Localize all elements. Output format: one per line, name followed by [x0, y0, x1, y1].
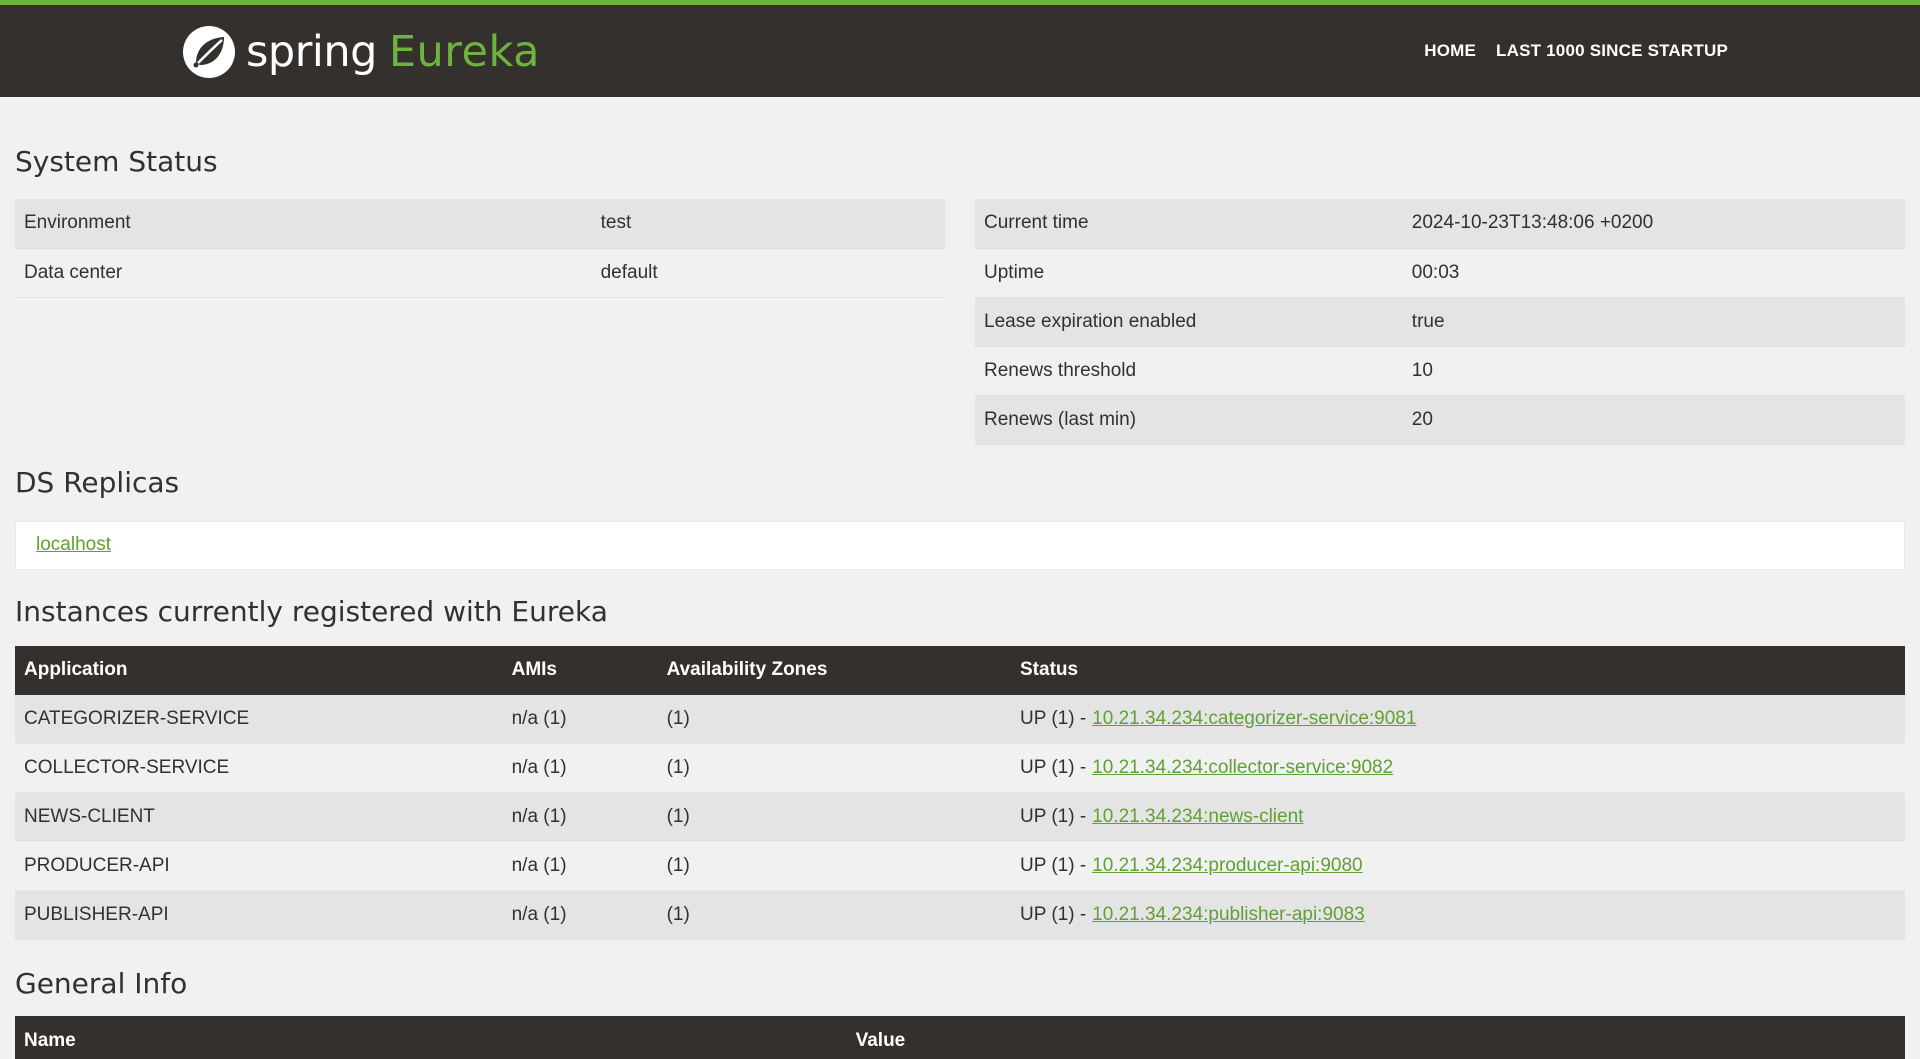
key-environment: Environment: [24, 212, 131, 234]
table-row: Lease expiration enabled true: [975, 297, 1905, 346]
col-name: Name: [15, 1016, 847, 1059]
system-status-section: Environment test Data center default Cur…: [15, 199, 1905, 445]
app-amis: n/a (1): [511, 855, 567, 876]
replica-link-localhost[interactable]: localhost: [36, 534, 111, 556]
table-row: NEWS-CLIENT n/a (1) (1) UP (1) -10.21.34…: [15, 792, 1905, 842]
table-row: CATEGORIZER-SERVICE n/a (1) (1) UP (1) -…: [15, 694, 1905, 744]
table-row: Uptime 00:03: [975, 248, 1905, 297]
app-zones: (1): [666, 904, 690, 925]
value-data-center: default: [600, 261, 658, 283]
app-name: COLLECTOR-SERVICE: [24, 757, 230, 778]
table-row: Environment test: [15, 199, 945, 248]
main-nav: HOME LAST 1000 SINCE STARTUP: [1424, 5, 1728, 97]
instance-link[interactable]: 10.21.34.234:collector-service:9082: [1092, 757, 1393, 778]
instances-header-row: Application AMIs Availability Zones Stat…: [15, 645, 1905, 695]
status-text: UP (1) -: [1020, 707, 1087, 729]
table-row: PRODUCER-API n/a (1) (1) UP (1) -10.21.3…: [15, 841, 1905, 891]
table-row: PUBLISHER-API n/a (1) (1) UP (1) -10.21.…: [15, 890, 1905, 940]
instance-link[interactable]: 10.21.34.234:categorizer-service:9081: [1092, 708, 1416, 729]
app-amis: n/a (1): [511, 806, 567, 827]
key-renews-threshold: Renews threshold: [984, 359, 1137, 381]
instance-link[interactable]: 10.21.34.234:publisher-api:9083: [1092, 904, 1365, 925]
system-status-heading: System Status: [15, 145, 218, 178]
value-environment: test: [600, 212, 632, 234]
col-application: Application: [15, 645, 503, 695]
key-current-time: Current time: [984, 212, 1089, 234]
table-row: Current time 2024-10-23T13:48:06 +0200: [975, 199, 1905, 248]
app-name: CATEGORIZER-SERVICE: [24, 707, 250, 729]
value-renews-threshold: 10: [1411, 359, 1433, 381]
spring-leaf-icon: [182, 25, 236, 79]
system-status-left-table: Environment test Data center default: [15, 199, 945, 298]
col-availability-zones: Availability Zones: [657, 645, 1011, 695]
ds-replicas-list: localhost: [15, 520, 1905, 570]
app-name: NEWS-CLIENT: [24, 806, 155, 827]
key-data-center: Data center: [24, 261, 123, 283]
general-info-heading: General Info: [15, 967, 188, 1000]
app-zones: (1): [666, 707, 690, 729]
app-name: PRODUCER-API: [24, 855, 170, 876]
instance-link[interactable]: 10.21.34.234:producer-api:9080: [1092, 855, 1362, 876]
app-zones: (1): [666, 855, 690, 876]
app-name: PUBLISHER-API: [24, 904, 169, 925]
instances-table: Application AMIs Availability Zones Stat…: [15, 645, 1905, 941]
value-current-time: 2024-10-23T13:48:06 +0200: [1411, 212, 1654, 234]
col-amis: AMIs: [502, 645, 658, 695]
nav-last-1000[interactable]: LAST 1000 SINCE STARTUP: [1496, 41, 1728, 61]
instance-link[interactable]: 10.21.34.234:news-client: [1092, 806, 1303, 827]
value-renews-last-min: 20: [1411, 408, 1433, 430]
key-uptime: Uptime: [984, 261, 1045, 283]
app-status: UP (1) -10.21.34.234:producer-api:9080: [1011, 842, 1905, 891]
key-lease-expiration: Lease expiration enabled: [984, 310, 1197, 332]
general-info-table: Name Value: [15, 1016, 1905, 1059]
top-navbar: spring Eureka HOME LAST 1000 SINCE START…: [0, 0, 1920, 97]
status-text: UP (1) -: [1020, 806, 1087, 827]
table-row: COLLECTOR-SERVICE n/a (1) (1) UP (1) -10…: [15, 743, 1905, 793]
value-uptime: 00:03: [1411, 261, 1460, 283]
app-zones: (1): [666, 757, 690, 778]
general-info-header-row: Name Value: [15, 1016, 1905, 1059]
app-status: UP (1) -10.21.34.234:publisher-api:9083: [1011, 891, 1905, 940]
table-row: Data center default: [15, 248, 945, 297]
col-status: Status: [1011, 645, 1905, 695]
value-lease-expiration: true: [1411, 310, 1445, 332]
brand-word: spring: [246, 26, 377, 77]
app-zones: (1): [666, 806, 690, 827]
app-status: UP (1) -10.21.34.234:news-client: [1011, 793, 1905, 842]
main-content: System Status Environment test Data cent…: [0, 97, 1920, 1059]
brand-logo[interactable]: spring Eureka: [182, 22, 540, 82]
system-status-right-table: Current time 2024-10-23T13:48:06 +0200 U…: [975, 199, 1905, 445]
status-text: UP (1) -: [1020, 904, 1087, 925]
ds-replicas-heading: DS Replicas: [15, 466, 180, 499]
key-renews-last-min: Renews (last min): [984, 408, 1137, 430]
app-status: UP (1) -10.21.34.234:categorizer-service…: [1011, 695, 1905, 744]
nav-home[interactable]: HOME: [1424, 41, 1476, 61]
app-status: UP (1) -10.21.34.234:collector-service:9…: [1011, 744, 1905, 793]
instances-heading: Instances currently registered with Eure…: [15, 594, 608, 628]
app-amis: n/a (1): [511, 757, 567, 778]
table-row: Renews threshold 10: [975, 346, 1905, 395]
status-text: UP (1) -: [1020, 855, 1087, 876]
status-text: UP (1) -: [1020, 757, 1087, 778]
app-amis: n/a (1): [511, 904, 567, 925]
col-value: Value: [846, 1016, 1905, 1059]
table-row: Renews (last min) 20: [975, 395, 1905, 444]
brand-product: Eureka: [388, 26, 540, 77]
app-amis: n/a (1): [511, 707, 567, 729]
